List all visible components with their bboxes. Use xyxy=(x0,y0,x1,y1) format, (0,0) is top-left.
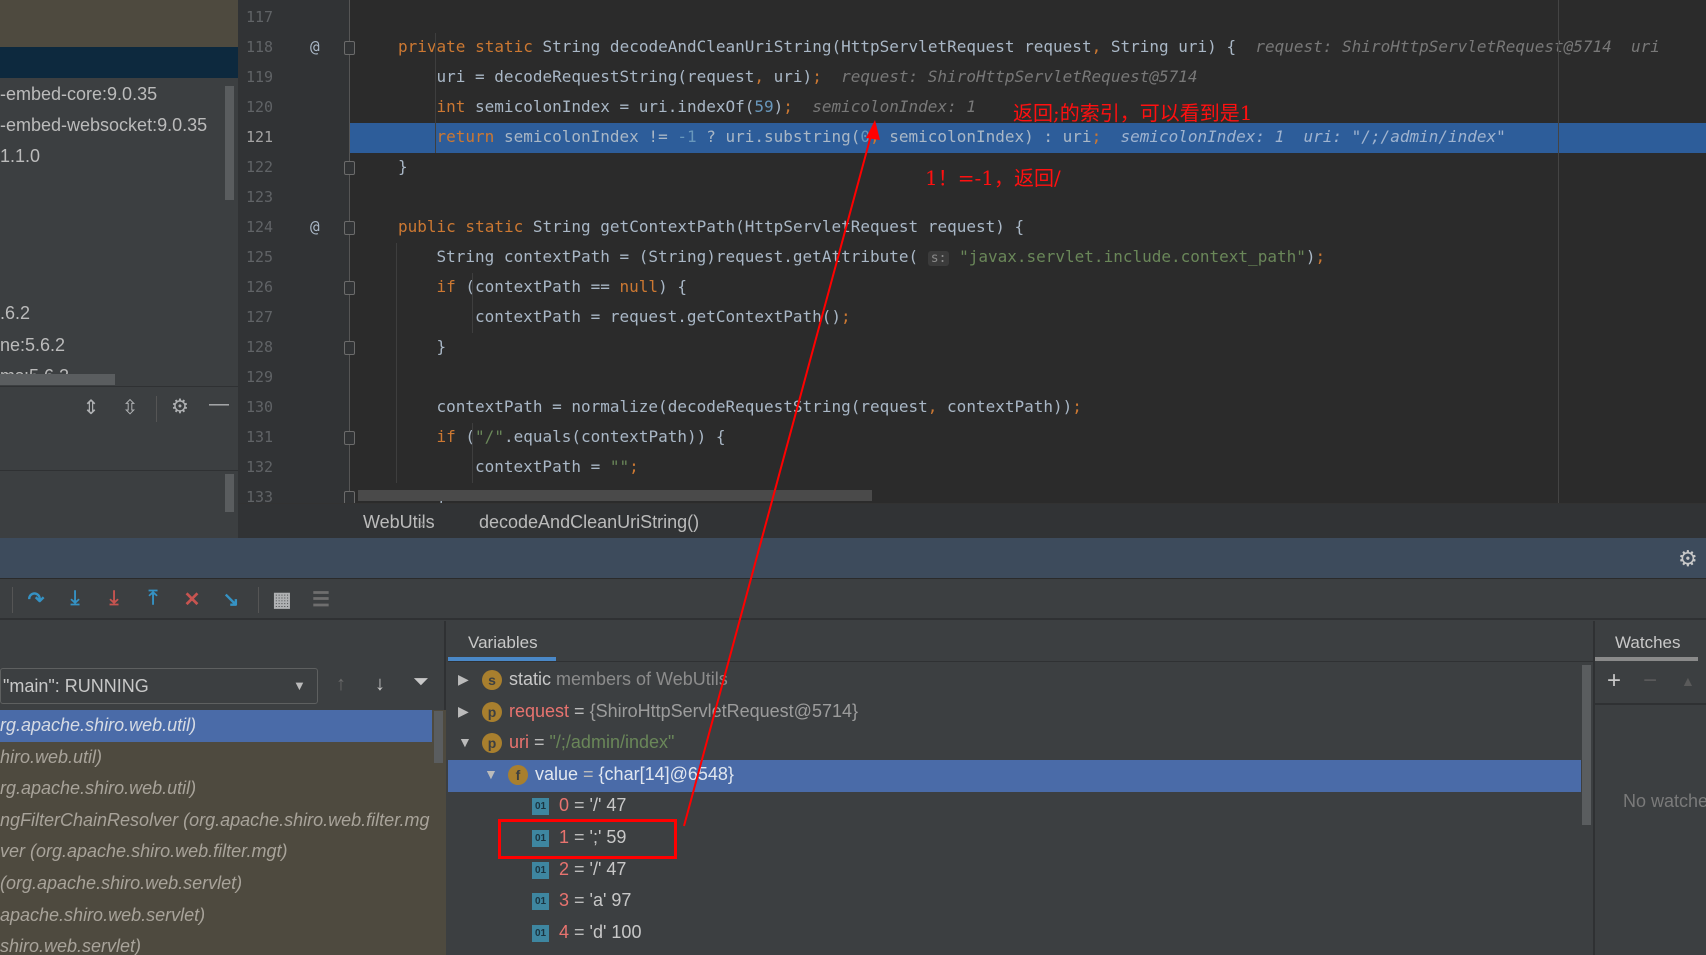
arrow-line xyxy=(683,127,874,827)
annotation-arrow xyxy=(683,120,880,827)
arrow-head xyxy=(866,120,880,140)
